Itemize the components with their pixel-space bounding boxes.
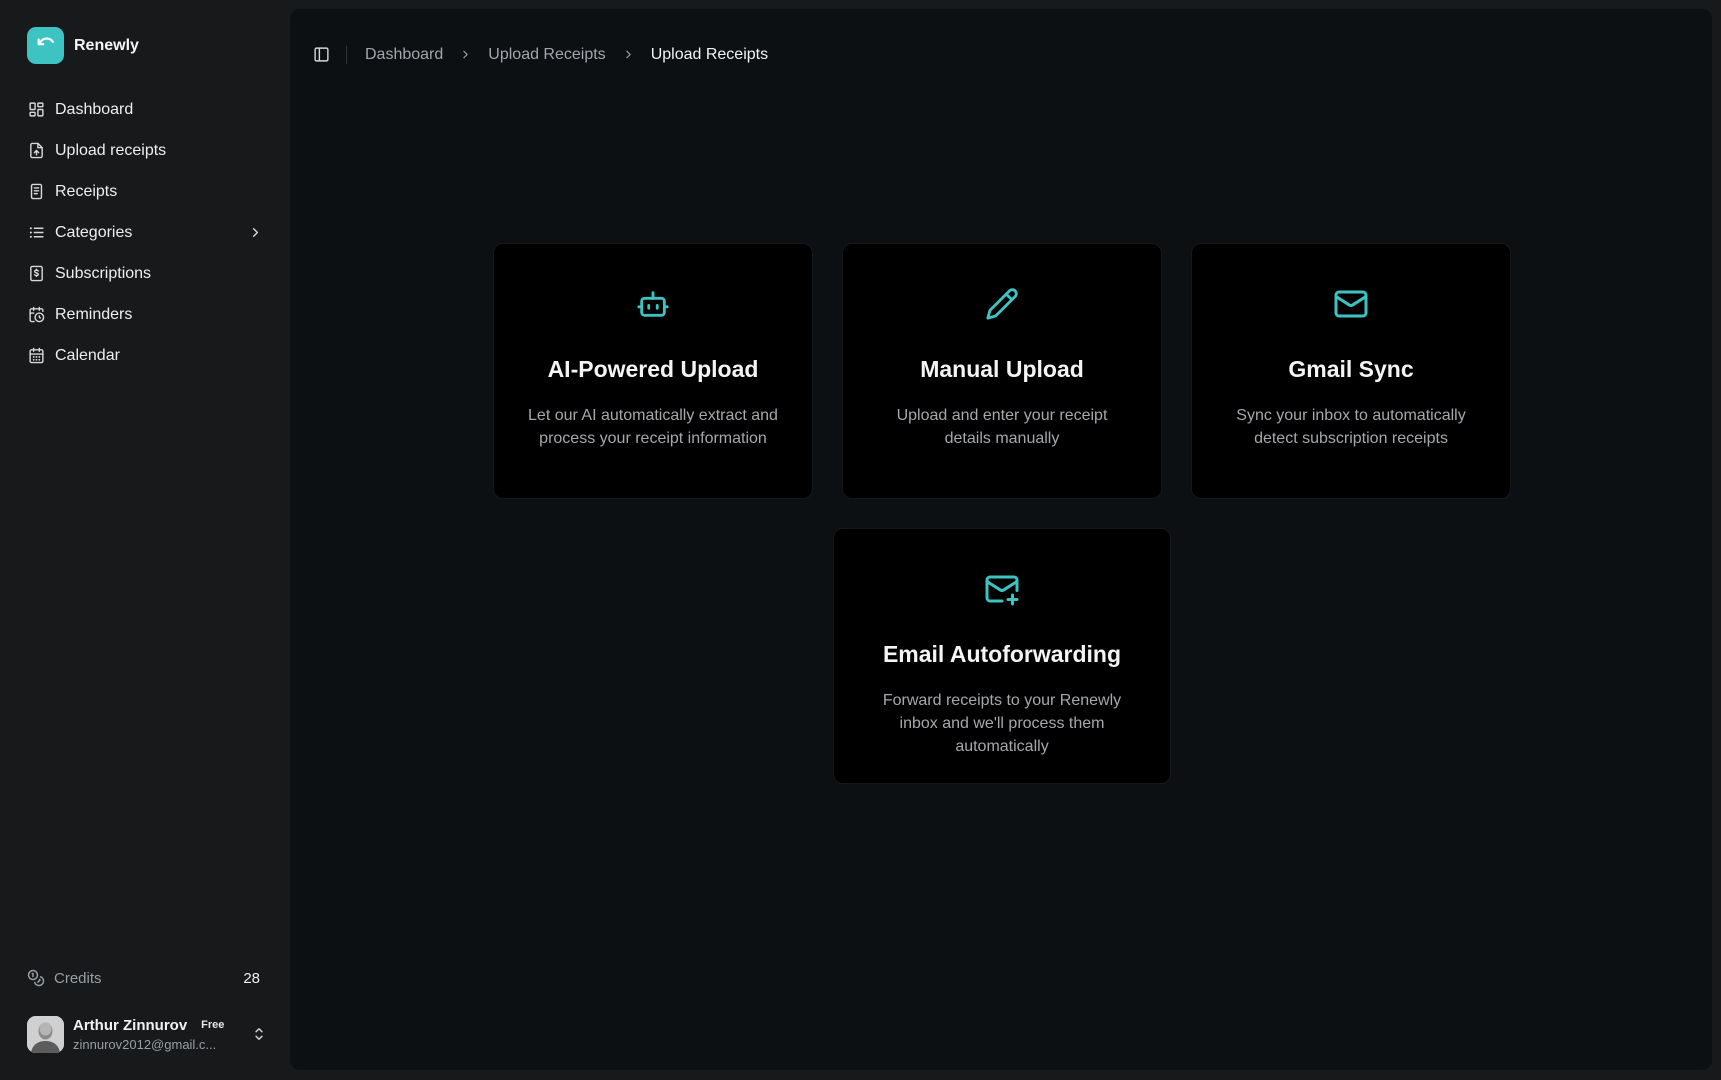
dollar-file-icon bbox=[27, 265, 45, 283]
sidebar-item-label: Receipts bbox=[55, 182, 118, 200]
sidebar-item-label: Dashboard bbox=[55, 100, 134, 118]
chevron-right-icon bbox=[622, 48, 635, 61]
calendar-clock-icon bbox=[27, 306, 45, 324]
sidebar-item-label: Categories bbox=[55, 223, 133, 241]
chevron-right-icon bbox=[459, 48, 472, 61]
credits-label: Credits bbox=[54, 969, 102, 987]
breadcrumb-upload-receipts[interactable]: Upload Receipts bbox=[488, 46, 605, 64]
pencil-icon bbox=[984, 286, 1020, 322]
card-title: AI-Powered Upload bbox=[547, 356, 759, 382]
bot-icon bbox=[635, 286, 671, 322]
chevrons-up-down-icon[interactable] bbox=[251, 1023, 267, 1045]
sidebar-item-label: Calendar bbox=[55, 346, 120, 364]
mail-plus-icon bbox=[984, 571, 1020, 607]
sidebar-item-label: Reminders bbox=[55, 305, 133, 323]
card-title: Manual Upload bbox=[920, 356, 1084, 382]
mail-icon bbox=[1333, 286, 1369, 322]
manual-upload-card[interactable]: Manual Upload Upload and enter your rece… bbox=[842, 243, 1162, 499]
credits-value: 28 bbox=[243, 969, 260, 987]
card-description: Let our AI automatically extract and pro… bbox=[528, 407, 778, 447]
gmail-sync-card[interactable]: Gmail Sync Sync your inbox to automatica… bbox=[1191, 243, 1511, 499]
coins-icon bbox=[27, 969, 45, 987]
sidebar-item-subscriptions[interactable]: Subscriptions bbox=[16, 253, 274, 294]
breadcrumb-dashboard[interactable]: Dashboard bbox=[365, 46, 443, 64]
sidebar-item-categories[interactable]: Categories bbox=[16, 212, 274, 253]
breadcrumb: Dashboard Upload Receipts Upload Receipt… bbox=[365, 46, 768, 64]
user-info: Arthur Zinnurov Free zinnurov2012@gmail.… bbox=[73, 1017, 242, 1052]
chevron-right-icon[interactable] bbox=[247, 225, 263, 241]
topbar-divider bbox=[346, 45, 347, 64]
sidebar-toggle-icon[interactable] bbox=[312, 46, 330, 64]
brand-name: Renewly bbox=[74, 36, 139, 54]
sidebar-item-dashboard[interactable]: Dashboard bbox=[16, 89, 274, 130]
user-name: Arthur Zinnurov bbox=[73, 1016, 188, 1034]
avatar bbox=[27, 1015, 64, 1053]
sidebar-item-label: Upload receipts bbox=[55, 141, 167, 159]
user-email: zinnurov2012@gmail.c... bbox=[73, 1036, 217, 1052]
ai-powered-upload-card[interactable]: AI-Powered Upload Let our AI automatical… bbox=[493, 243, 813, 499]
card-description: Sync your inbox to automatically detect … bbox=[1236, 407, 1466, 447]
card-title: Gmail Sync bbox=[1288, 356, 1414, 382]
topbar: Dashboard Upload Receipts Upload Receipt… bbox=[312, 36, 768, 73]
main-panel: Dashboard Upload Receipts Upload Receipt… bbox=[290, 9, 1712, 1070]
app-root: Renewly Dashboard Upload receipts Receip… bbox=[0, 0, 1721, 1080]
plan-badge: Free bbox=[201, 1019, 225, 1031]
sidebar: Renewly Dashboard Upload receipts Receip… bbox=[0, 0, 290, 1080]
email-autoforwarding-card[interactable]: Email Autoforwarding Forward receipts to… bbox=[833, 528, 1171, 784]
sidebar-item-calendar[interactable]: Calendar bbox=[16, 335, 274, 376]
file-upload-icon bbox=[27, 142, 45, 160]
renewly-logo-icon bbox=[27, 27, 64, 64]
card-description: Upload and enter your receipt details ma… bbox=[896, 407, 1108, 447]
sidebar-nav: Dashboard Upload receipts Receipts Categ… bbox=[16, 89, 274, 376]
receipt-icon bbox=[27, 183, 45, 201]
breadcrumb-current-page: Upload Receipts bbox=[650, 45, 769, 63]
list-icon bbox=[27, 224, 45, 242]
dashboard-icon bbox=[27, 101, 45, 119]
credits-row: Credits 28 bbox=[27, 966, 260, 990]
sidebar-item-label: Subscriptions bbox=[55, 264, 152, 282]
sidebar-item-reminders[interactable]: Reminders bbox=[16, 294, 274, 335]
brand[interactable]: Renewly bbox=[27, 27, 139, 64]
user-menu[interactable]: Arthur Zinnurov Free zinnurov2012@gmail.… bbox=[27, 1015, 267, 1053]
sidebar-item-receipts[interactable]: Receipts bbox=[16, 171, 274, 212]
card-description: Forward receipts to your Renewly inbox a… bbox=[882, 692, 1122, 755]
calendar-icon bbox=[27, 347, 45, 365]
card-title: Email Autoforwarding bbox=[882, 641, 1122, 667]
sidebar-item-upload-receipts[interactable]: Upload receipts bbox=[16, 130, 274, 171]
